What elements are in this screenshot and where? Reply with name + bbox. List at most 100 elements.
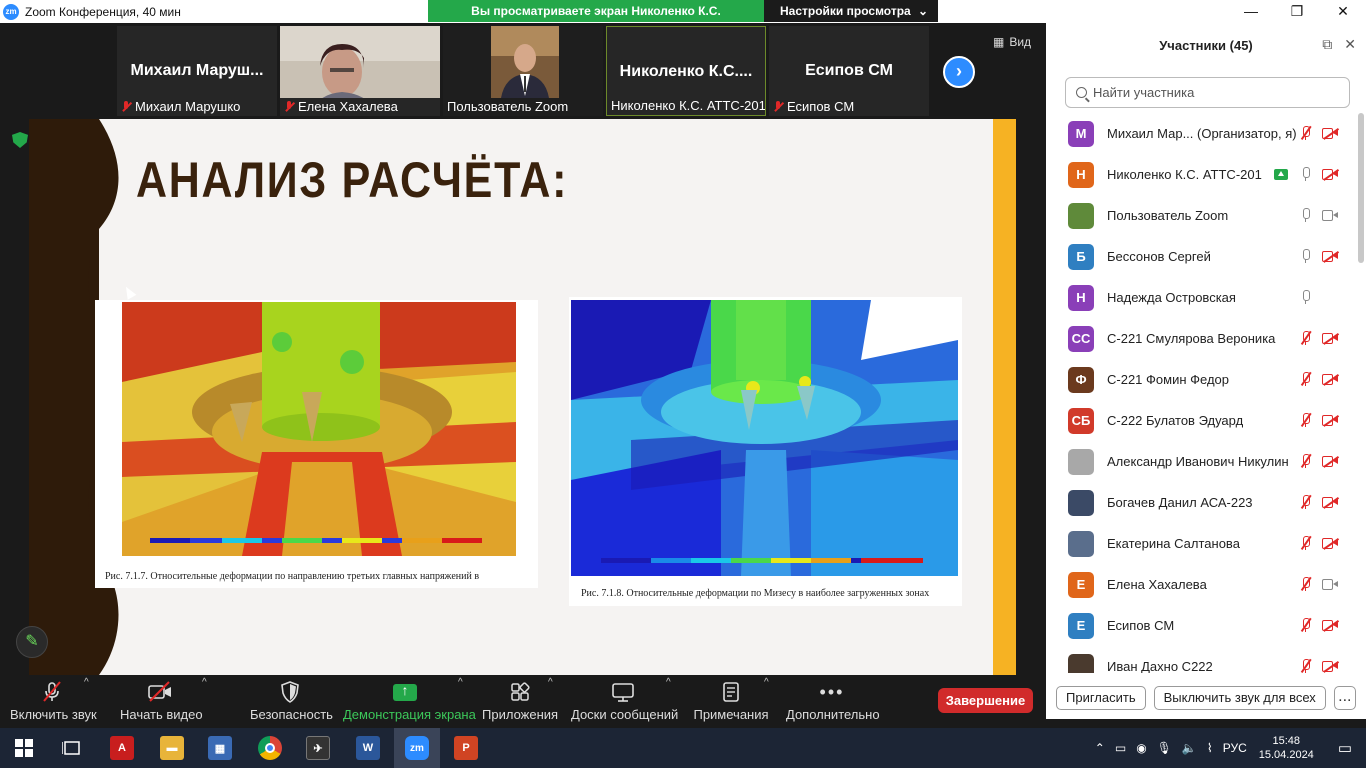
video-thumbnail[interactable]: Елена Хахалева: [280, 26, 440, 116]
windows-start-icon[interactable]: [12, 736, 36, 760]
mic-muted-icon[interactable]: [1300, 330, 1312, 345]
participant-row[interactable]: Е Есипов СМ: [1046, 605, 1356, 646]
whiteboards-options-caret[interactable]: ^: [666, 677, 671, 688]
next-thumbnails-button[interactable]: ›: [943, 56, 975, 88]
view-options-label: Настройки просмотра: [780, 4, 911, 18]
video-thumbnail-active-speaker[interactable]: Николенко К.С.... Николенко К.С. АТТС-20…: [606, 26, 766, 116]
notes-button[interactable]: Примечания: [693, 681, 769, 722]
participant-row[interactable]: М Михаил Мар... (Организатор, я): [1046, 113, 1356, 154]
mic-muted-icon[interactable]: [1300, 658, 1312, 673]
calculator-icon[interactable]: ▦: [208, 736, 232, 760]
video-thumbnail[interactable]: Михаил Маруш... Михаил Марушко: [117, 26, 277, 116]
camera-icon[interactable]: [1322, 578, 1338, 590]
camera-off-icon[interactable]: [1322, 496, 1339, 509]
more-button[interactable]: ••• Дополнительно: [786, 681, 880, 723]
mic-icon[interactable]: [1300, 290, 1310, 304]
participant-row[interactable]: СБ С-222 Булатов Эдуард: [1046, 400, 1356, 441]
video-options-caret[interactable]: ^: [202, 677, 207, 688]
acs-app-icon[interactable]: ✈: [306, 736, 330, 760]
close-button[interactable]: ✕: [1320, 0, 1366, 23]
apps-options-caret[interactable]: ^: [548, 677, 553, 688]
mic-icon[interactable]: [1300, 167, 1310, 181]
volume-icon[interactable]: 🔈: [1182, 741, 1197, 755]
apps-button[interactable]: Приложения: [482, 681, 558, 722]
participant-row[interactable]: Б Бессонов Сергей: [1046, 236, 1356, 277]
close-panel-icon[interactable]: ✕: [1344, 36, 1356, 53]
battery-icon[interactable]: ▭: [1115, 741, 1126, 755]
notes-options-caret[interactable]: ^: [764, 677, 769, 688]
word-icon[interactable]: W: [356, 736, 380, 760]
mic-icon[interactable]: [1300, 208, 1310, 222]
camera-off-icon[interactable]: [1322, 332, 1339, 345]
audio-options-caret[interactable]: ^: [84, 677, 89, 688]
camera-off-icon[interactable]: [1322, 127, 1339, 140]
mic-muted-icon[interactable]: [1300, 617, 1312, 632]
mic-icon[interactable]: [1300, 249, 1310, 263]
camera-off-icon[interactable]: [1322, 537, 1339, 550]
video-thumbnail[interactable]: Пользователь Zoom: [443, 26, 603, 116]
acrobat-icon[interactable]: A: [110, 736, 134, 760]
participants-scrollbar[interactable]: [1358, 113, 1364, 263]
participant-row[interactable]: Александр Иванович Никулин: [1046, 441, 1356, 482]
task-view-icon[interactable]: [60, 736, 84, 760]
chevron-up-icon[interactable]: ⌃: [1095, 741, 1105, 755]
camera-off-icon[interactable]: [1322, 455, 1339, 468]
camera-off-icon[interactable]: [1322, 619, 1339, 632]
panel-more-button[interactable]: ...: [1333, 686, 1356, 710]
end-meeting-button[interactable]: Завершение: [938, 688, 1033, 713]
camera-icon[interactable]: [1322, 209, 1338, 221]
powerpoint-icon[interactable]: P: [454, 736, 478, 760]
participant-row[interactable]: Н Николенко К.С. АТТС-201: [1046, 154, 1356, 195]
whiteboards-button[interactable]: Доски сообщений: [571, 681, 678, 722]
video-thumbnail[interactable]: Есипов СМ Есипов СМ: [769, 26, 929, 116]
mute-all-button[interactable]: Выключить звук для всех: [1153, 686, 1326, 710]
mic-muted-icon[interactable]: [1300, 371, 1312, 386]
mic-muted-icon[interactable]: [1300, 453, 1312, 468]
thumbnail-label: Николенко К.С. АТТС-201: [611, 98, 765, 113]
participant-row[interactable]: Н Надежда Островская: [1046, 277, 1356, 318]
camera-off-icon[interactable]: [1322, 250, 1339, 263]
mic-muted-icon[interactable]: [1300, 412, 1312, 427]
camera-off-icon[interactable]: [1322, 168, 1339, 181]
participant-row[interactable]: СС С-221 Смулярова Вероника: [1046, 318, 1356, 359]
microphone-icon[interactable]: 🎙: [1157, 741, 1172, 755]
mic-muted-icon[interactable]: [1300, 535, 1312, 550]
unmute-button[interactable]: Включить звук: [10, 681, 97, 722]
popout-icon[interactable]: ⧉: [1322, 36, 1332, 53]
notifications-icon[interactable]: ▭: [1338, 739, 1352, 757]
participant-search[interactable]: [1065, 77, 1350, 108]
camera-icon[interactable]: ◉: [1136, 741, 1146, 755]
mic-muted-icon[interactable]: [1300, 576, 1312, 591]
participant-row[interactable]: Богачев Данил АСА-223: [1046, 482, 1356, 523]
security-shield-icon[interactable]: [12, 132, 28, 148]
clock[interactable]: 15:48 15.04.2024: [1259, 734, 1314, 762]
file-explorer-icon[interactable]: ▬: [160, 736, 184, 760]
zoom-icon[interactable]: zm: [405, 736, 429, 760]
share-options-caret[interactable]: ^: [458, 677, 463, 688]
whiteboard-icon: [612, 683, 634, 702]
participant-row[interactable]: Е Елена Хахалева: [1046, 564, 1356, 605]
view-button[interactable]: ▦ Вид: [993, 35, 1031, 49]
participant-row[interactable]: Иван Дахно С222: [1046, 646, 1356, 673]
minimize-button[interactable]: —: [1228, 0, 1274, 23]
view-options-button[interactable]: Настройки просмотра ⌄: [764, 0, 938, 22]
restore-button[interactable]: ❐: [1274, 0, 1320, 23]
participant-row[interactable]: Ф С-221 Фомин Федор: [1046, 359, 1356, 400]
mic-muted-icon[interactable]: [1300, 125, 1312, 140]
camera-off-icon[interactable]: [1322, 660, 1339, 673]
start-video-button[interactable]: Начать видео: [120, 681, 203, 722]
thumbnail-name: Михаил Маруш...: [130, 62, 264, 79]
participant-row[interactable]: Пользователь Zoom: [1046, 195, 1356, 236]
language-indicator[interactable]: РУС: [1223, 741, 1247, 755]
camera-off-icon[interactable]: [1322, 373, 1339, 386]
security-button[interactable]: Безопасность: [250, 681, 333, 722]
share-screen-button[interactable]: Демонстрация экрана: [343, 681, 476, 723]
mic-muted-icon[interactable]: [1300, 494, 1312, 509]
search-input[interactable]: [1093, 85, 1333, 100]
network-icon[interactable]: ⌇: [1207, 741, 1213, 755]
participant-row[interactable]: Екатерина Салтанова: [1046, 523, 1356, 564]
invite-button[interactable]: Пригласить: [1056, 686, 1146, 710]
annotate-pen-button[interactable]: ✎: [16, 626, 48, 658]
chrome-icon[interactable]: [258, 736, 282, 760]
camera-off-icon[interactable]: [1322, 414, 1339, 427]
